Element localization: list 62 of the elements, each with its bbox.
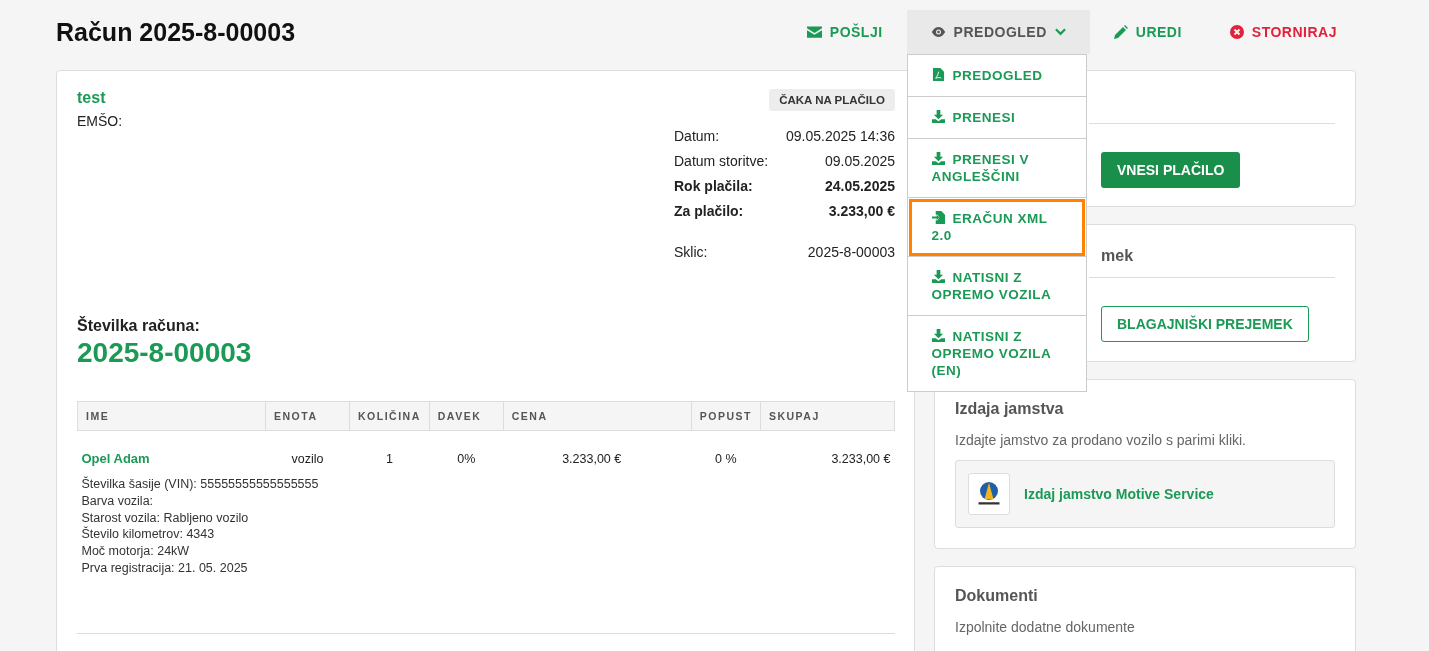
column-header: IME [77,401,266,431]
item-detail: Prva registracija: 21. 05. 2025 [81,560,249,577]
cancel-circle-icon [1229,25,1244,39]
action-button[interactable]: UREDI [1089,10,1206,54]
enter-payment-button[interactable]: VNESI PLAČILO [1101,152,1241,188]
invoice-number-label: Številka računa: [77,317,201,335]
meta-label: Datum storitve: [674,153,770,169]
item-detail: Številka šasije (VIN): 55555555555555555 [81,476,320,493]
table-cell: 0% [457,451,476,466]
warranty-link-panel[interactable]: Izdaj jamstvo Motive Service [955,460,1335,528]
page-title: Račun 2025-8-00003 [56,18,296,47]
action-button[interactable]: PREDOGLED [906,10,1090,54]
envelope-icon [806,26,822,38]
warranty-link[interactable]: Izdaj jamstvo Motive Service [1024,486,1214,502]
card-title: Dokumenti [955,587,1039,605]
status-badge: ČAKA NA PLAČILO [769,89,895,111]
customer-name[interactable]: test [77,89,123,107]
meta-value: 3.233,00 € [827,203,895,219]
meta-label: Sklic: [674,244,709,260]
pencil-icon [1113,25,1128,39]
chevron-down-icon [1054,28,1066,36]
table-cell: vozilo [291,451,324,466]
table-cell: 0 % [715,451,737,466]
table-cell: 3.233,00 € [562,451,622,466]
table-cell: 3.233,00 € [831,451,891,466]
invoice-number: 2025-8-00003 [77,337,253,369]
logo-icon [968,473,1010,515]
column-header: POPUST [691,401,761,431]
item-detail: Barva vozila: [81,492,155,510]
eye-icon [930,26,946,38]
meta-value: 09.05.2025 [823,153,895,169]
meta-value: 24.05.2025 [823,178,895,194]
card-text: Izdajte jamstvo za prodano vozilo s parimi kliki. [955,432,1247,448]
cash-receipt-button[interactable]: BLAGAJNIŠKI PREJEMEK [1101,306,1309,342]
card-title: mek [1101,247,1134,265]
column-header: KOLIČINA [349,401,430,431]
table-cell: 1 [385,451,393,466]
emso-label: EMŠO: [77,113,123,129]
download-icon [931,329,945,342]
column-header: DAVEK [429,401,504,431]
meta-value: 09.05.2025 14:36 [785,128,895,144]
download-icon [931,270,945,283]
action-button[interactable]: STORNIRAJ [1205,10,1361,54]
column-header: CENA [503,401,692,431]
item-detail: Moč motorja: 24kW [81,543,191,560]
pdf-file-icon [931,68,945,81]
column-header: SKUPAJ [760,401,895,431]
meta-label: Datum: [674,128,721,144]
item-name[interactable]: Opel Adam [81,451,150,466]
download-icon [931,152,945,165]
item-detail: Starost vozila: Rabljeno vozilo [81,509,250,526]
card-title: Izdaja jamstva [955,400,1065,418]
meta-value: 2025-8-00003 [806,244,895,260]
item-detail: Število kilometrov: 4343 [81,526,216,544]
card-text: Izpolnite dodatne dokumente [955,619,1136,635]
download-icon [931,110,945,123]
action-button[interactable]: POŠLJI [782,10,907,54]
meta-label: Rok plačila: [674,178,754,194]
meta-label: Za plačilo: [674,203,745,219]
menu-item[interactable]: ERAČUN XML 2.0 [907,198,1086,257]
column-header: ENOTA [265,401,350,431]
file-import-icon [931,211,945,224]
